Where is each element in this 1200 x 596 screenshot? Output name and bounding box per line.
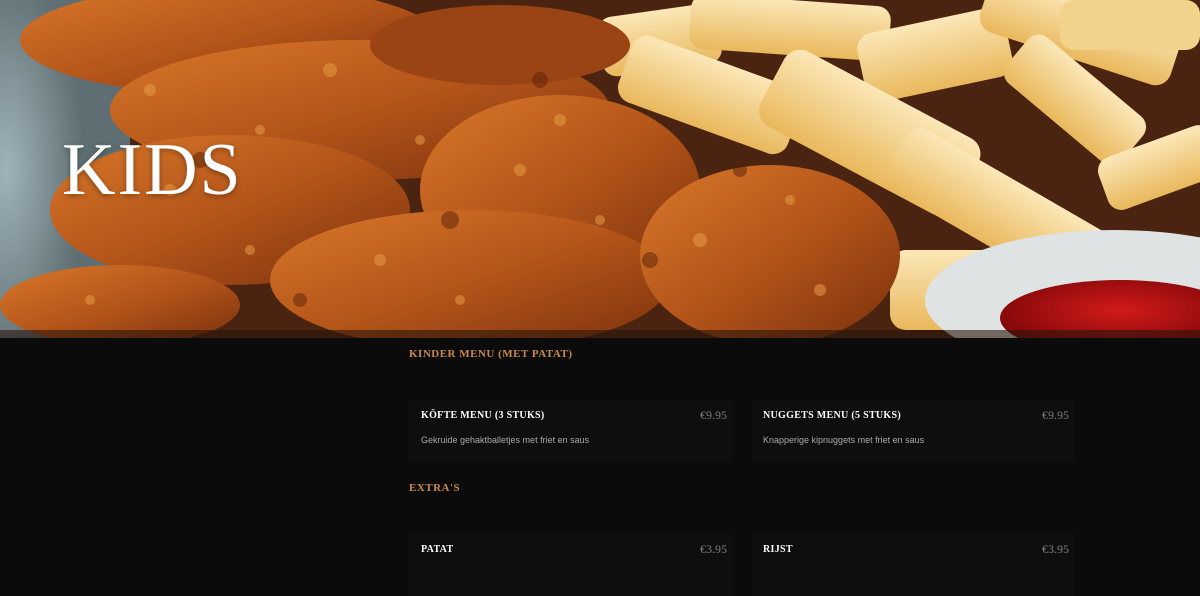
item-price: €9.95 bbox=[1042, 408, 1069, 422]
item-price: €3.95 bbox=[700, 542, 727, 556]
section-title-kinder-menu: KINDER MENU (MET PATAT) bbox=[409, 348, 573, 360]
item-name: NUGGETS MENU (5 STUKS) bbox=[763, 410, 902, 421]
menu-item-nuggets[interactable]: NUGGETS MENU (5 STUKS) €9.95 Knapperige … bbox=[751, 400, 1075, 462]
section-title-extras: EXTRA'S bbox=[409, 482, 461, 494]
menu-item-kofte[interactable]: KÖFTE MENU (3 STUKS) €9.95 Gekruide geha… bbox=[409, 400, 733, 462]
item-name: PATAT bbox=[421, 544, 454, 555]
hero-banner: KIDS bbox=[0, 0, 1200, 338]
menu-item-rijst[interactable]: RIJST €3.95 bbox=[751, 534, 1075, 596]
item-name: KÖFTE MENU (3 STUKS) bbox=[421, 410, 545, 421]
item-price: €9.95 bbox=[700, 408, 727, 422]
item-description: Knapperige kipnuggets met friet en saus bbox=[763, 435, 925, 445]
menu-item-patat[interactable]: PATAT €3.95 bbox=[409, 534, 733, 596]
menu-content: KINDER MENU (MET PATAT) KÖFTE MENU (3 ST… bbox=[0, 338, 1200, 596]
item-description: Gekruide gehaktballetjes met friet en sa… bbox=[421, 435, 590, 445]
page-title: KIDS bbox=[62, 129, 243, 211]
item-name: RIJST bbox=[763, 544, 793, 555]
item-price: €3.95 bbox=[1042, 542, 1069, 556]
